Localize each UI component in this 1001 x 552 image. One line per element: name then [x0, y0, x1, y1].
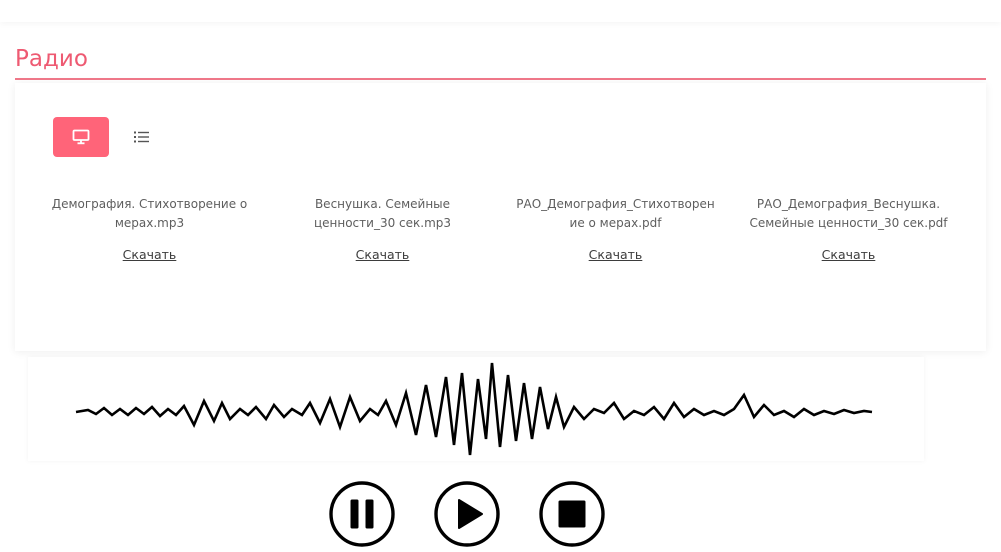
file-item: РАО_Демография_Веснушка. Семейные ценнос… — [732, 195, 965, 263]
list-icon — [134, 131, 149, 143]
download-link[interactable]: Скачать — [356, 247, 410, 262]
waveform-icon — [75, 362, 873, 456]
download-link[interactable]: Скачать — [589, 247, 643, 262]
files-card: Демография. Стихотворение о мерах.mp3 Ск… — [15, 83, 986, 351]
file-name: РАО_Демография_Стихотворение о мерах.pdf — [516, 197, 715, 230]
file-item: Демография. Стихотворение о мерах.mp3 Ск… — [33, 195, 266, 263]
file-name: Демография. Стихотворение о мерах.mp3 — [51, 197, 248, 230]
play-icon — [434, 481, 500, 547]
stop-button[interactable] — [538, 480, 606, 548]
list-view-button[interactable] — [122, 117, 162, 157]
download-link[interactable]: Скачать — [123, 247, 177, 262]
monitor-icon — [72, 129, 90, 145]
player-controls — [328, 480, 608, 550]
file-item: РАО_Демография_Стихотворение о мерах.pdf… — [499, 195, 732, 263]
stop-icon — [539, 481, 605, 547]
file-list: Демография. Стихотворение о мерах.mp3 Ск… — [33, 195, 968, 263]
pause-button[interactable] — [328, 480, 396, 548]
grid-view-button[interactable] — [53, 117, 109, 157]
download-link[interactable]: Скачать — [822, 247, 876, 262]
pause-icon — [329, 481, 395, 547]
file-item: Веснушка. Семейные ценности_30 сек.mp3 С… — [266, 195, 499, 263]
top-strip — [0, 0, 1001, 22]
title-underline — [15, 78, 986, 80]
file-name: Веснушка. Семейные ценности_30 сек.mp3 — [313, 197, 452, 230]
section-title: Радио — [15, 46, 88, 72]
file-name: РАО_Демография_Веснушка. Семейные ценнос… — [749, 197, 948, 230]
waveform-panel — [28, 357, 924, 461]
view-toggle — [53, 117, 162, 157]
play-button[interactable] — [433, 480, 501, 548]
